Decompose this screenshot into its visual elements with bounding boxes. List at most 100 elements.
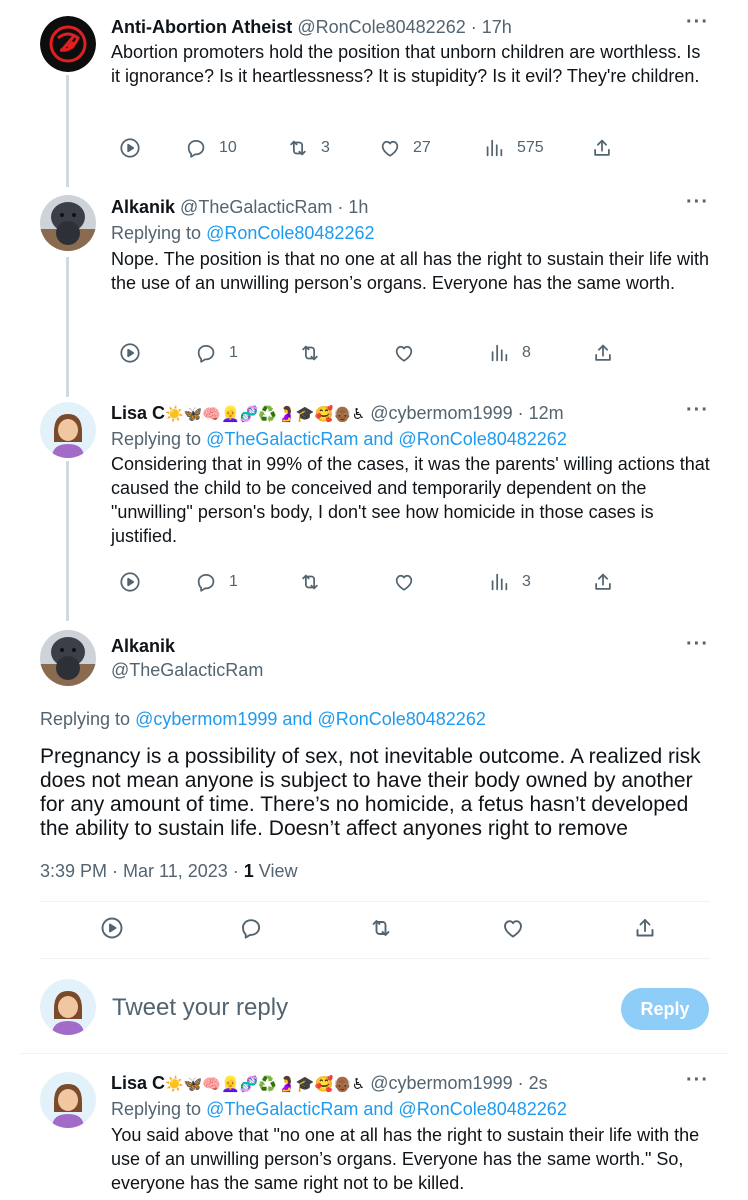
like-button[interactable]: 27 xyxy=(379,136,431,160)
video-icon xyxy=(119,137,141,159)
display-name[interactable]: Alkanik xyxy=(111,197,175,217)
video-button[interactable] xyxy=(119,570,141,594)
avatar xyxy=(40,979,96,1035)
replying-to: Replying to @cybermom1999 and @RonCole80… xyxy=(40,709,486,730)
timestamp[interactable]: 17h xyxy=(482,17,512,37)
tweet-header: Lisa C☀️🦋🧠👱‍♀️🧬♻️🤰🎓🥰👴🏾♿ @cybermom1999 · … xyxy=(111,402,564,425)
handle[interactable]: @cybermom1999 xyxy=(370,403,512,423)
like-icon xyxy=(501,916,525,940)
tweet-text: Pregnancy is a possibility of sex, not i… xyxy=(40,745,701,840)
reply-button[interactable]: 1 xyxy=(195,570,238,594)
separator: · xyxy=(517,403,524,423)
more-icon[interactable]: ··· xyxy=(686,400,710,422)
replying-to-link[interactable]: @TheGalacticRam and @RonCole80482262 xyxy=(206,1099,567,1119)
divider xyxy=(40,901,710,902)
like-icon xyxy=(393,571,415,593)
handle[interactable]: @cybermom1999 xyxy=(370,1073,512,1093)
reply-button[interactable] xyxy=(239,916,263,940)
reply-submit-button[interactable]: Reply xyxy=(621,988,709,1030)
reply-button[interactable]: 1 xyxy=(195,341,238,365)
timestamp[interactable]: 3:39 PM · Mar 11, 2023 · xyxy=(40,861,244,881)
views-button[interactable]: 575 xyxy=(483,136,544,160)
share-icon xyxy=(633,916,657,940)
display-name[interactable]: Alkanik xyxy=(111,636,175,657)
views-count: 3 xyxy=(522,573,531,590)
avatar[interactable] xyxy=(40,16,96,72)
tweet-actions: 1 8 xyxy=(111,341,631,365)
like-button[interactable] xyxy=(393,341,427,365)
more-icon[interactable]: ··· xyxy=(686,1070,710,1092)
share-button[interactable] xyxy=(633,916,657,940)
name-emojis: ☀️🦋🧠👱‍♀️🧬♻️🤰🎓🥰👴🏾♿ xyxy=(165,1075,366,1093)
views-count: 8 xyxy=(522,344,531,361)
replying-label: Replying to xyxy=(111,223,202,243)
share-icon xyxy=(591,137,613,159)
retweet-button[interactable] xyxy=(369,916,393,940)
reply-icon xyxy=(195,571,217,593)
replying-label: Replying to xyxy=(111,1099,202,1119)
reply-icon xyxy=(239,916,263,940)
views-icon xyxy=(483,137,505,159)
view-count: 1 xyxy=(243,861,254,881)
retweet-count: 3 xyxy=(321,139,330,156)
like-button[interactable] xyxy=(501,916,525,940)
retweet-button[interactable]: 3 xyxy=(287,136,330,160)
handle[interactable]: @TheGalacticRam xyxy=(180,197,332,217)
replying-to: Replying to @RonCole80482262 xyxy=(111,222,374,244)
more-icon[interactable]: ··· xyxy=(686,192,710,214)
thread-line xyxy=(66,257,69,397)
reply-input[interactable]: Tweet your reply xyxy=(112,994,288,1022)
timestamp[interactable]: 2s xyxy=(529,1073,548,1093)
more-icon[interactable]: ··· xyxy=(686,12,710,34)
replying-to-link[interactable]: @cybermom1999 and @RonCole80482262 xyxy=(135,709,486,729)
avatar[interactable] xyxy=(40,630,96,686)
retweet-button[interactable] xyxy=(299,341,333,365)
share-button[interactable] xyxy=(592,341,614,365)
reply-button[interactable]: 10 xyxy=(185,136,237,160)
video-button[interactable] xyxy=(100,916,124,940)
handle[interactable]: @RonCole80482262 xyxy=(297,17,465,37)
thread-line xyxy=(66,75,69,187)
retweet-icon xyxy=(299,342,321,364)
reply-count: 1 xyxy=(229,344,238,361)
avatar[interactable] xyxy=(40,402,96,458)
video-icon xyxy=(100,916,124,940)
tweet-header: Anti-Abortion Atheist @RonCole80482262 ·… xyxy=(111,16,512,38)
reply-count: 1 xyxy=(229,573,238,590)
separator: · xyxy=(337,197,344,217)
handle[interactable]: @TheGalacticRam xyxy=(111,660,263,681)
tweet-meta: 3:39 PM · Mar 11, 2023 · 1 View xyxy=(40,861,297,882)
display-name[interactable]: Anti-Abortion Atheist xyxy=(111,17,292,37)
display-name[interactable]: Lisa C xyxy=(111,1073,165,1093)
retweet-icon xyxy=(299,571,321,593)
replying-to-link[interactable]: @RonCole80482262 xyxy=(206,223,374,243)
avatar[interactable] xyxy=(40,1072,96,1128)
divider xyxy=(20,1053,728,1054)
views-count: 575 xyxy=(517,139,544,156)
video-button[interactable] xyxy=(119,136,141,160)
retweet-button[interactable] xyxy=(299,570,333,594)
share-button[interactable] xyxy=(591,136,613,160)
retweet-icon xyxy=(369,916,393,940)
divider xyxy=(40,958,710,959)
replying-to-link[interactable]: @TheGalacticRam and @RonCole80482262 xyxy=(206,429,567,449)
reply-count: 10 xyxy=(219,139,237,156)
views-button[interactable]: 3 xyxy=(488,570,531,594)
tweet-actions xyxy=(40,916,710,944)
retweet-icon xyxy=(287,137,309,159)
timestamp[interactable]: 12m xyxy=(529,403,564,423)
tweet-text: You said above that "no one at all has t… xyxy=(111,1125,700,1193)
views-icon xyxy=(488,342,510,364)
video-button[interactable] xyxy=(119,341,141,365)
display-name[interactable]: Lisa C xyxy=(111,403,165,423)
tweet-actions: 10 3 27 575 xyxy=(111,136,631,160)
timestamp[interactable]: 1h xyxy=(348,197,368,217)
views-icon xyxy=(488,571,510,593)
views-button[interactable]: 8 xyxy=(488,341,531,365)
like-icon xyxy=(393,342,415,364)
like-button[interactable] xyxy=(393,570,427,594)
replying-to: Replying to @TheGalacticRam and @RonCole… xyxy=(111,428,567,450)
avatar[interactable] xyxy=(40,195,96,251)
more-icon[interactable]: ··· xyxy=(686,634,710,656)
share-button[interactable] xyxy=(592,570,614,594)
